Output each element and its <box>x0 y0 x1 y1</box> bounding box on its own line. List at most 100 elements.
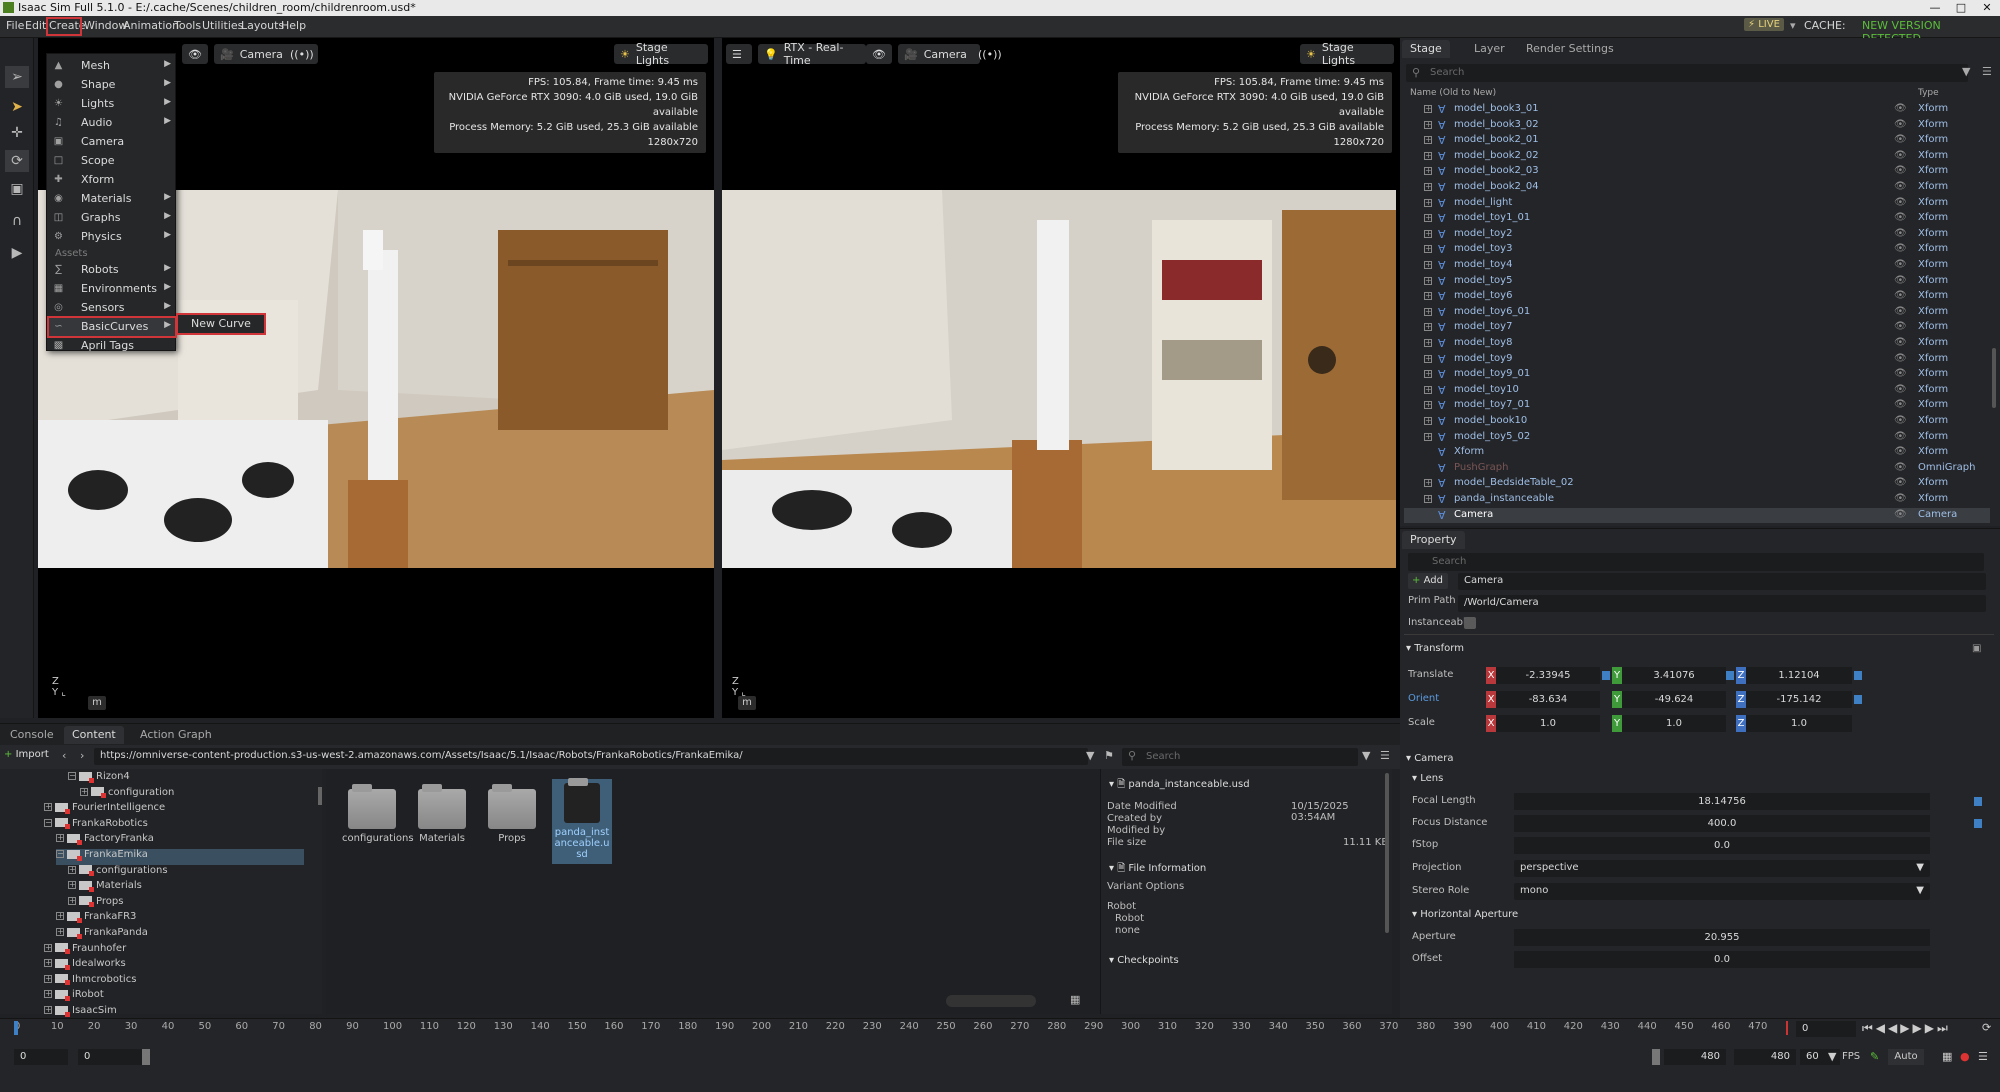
menu-item-lights[interactable]: ☀ Lights ▶ <box>47 95 175 113</box>
tab-console[interactable]: Console <box>2 726 62 744</box>
tree-item[interactable]: + FactoryFranka <box>56 833 154 849</box>
expand-icon[interactable]: + <box>68 896 76 905</box>
tree-item[interactable]: − Rizon4 <box>68 771 130 787</box>
checkpoints-header[interactable]: ▾ Checkpoints <box>1109 955 1179 966</box>
stage-row[interactable]: + ∀ model_toy1_01 👁 Xform <box>1404 211 1990 227</box>
menu-utilities[interactable]: Utilities <box>202 19 243 32</box>
tree-item[interactable]: − FrankaEmika <box>56 849 304 865</box>
eye-icon[interactable]: 👁 <box>1894 446 1907 457</box>
tab-content[interactable]: Content <box>64 726 124 744</box>
live-dropdown-icon[interactable]: ▾ <box>1790 19 1796 32</box>
expand-icon[interactable]: − <box>68 772 76 780</box>
live-badge[interactable]: ⚡ LIVE <box>1744 18 1784 31</box>
rotate-tool-icon[interactable]: ⟳ <box>5 150 29 172</box>
eye-icon[interactable]: 👁 <box>1894 431 1907 442</box>
eye-icon[interactable]: 👁 <box>1894 243 1907 254</box>
tree-item[interactable]: + Idealworks <box>44 958 126 974</box>
eye-icon[interactable]: 👁 <box>1894 384 1907 395</box>
menu-item-materials[interactable]: ◉ Materials ▶ <box>47 190 175 208</box>
file-item[interactable]: Props <box>482 784 542 844</box>
stage-row[interactable]: + ∀ model_book3_01 👁 Xform <box>1404 102 1990 118</box>
stage-row[interactable]: + ∀ model_book2_03 👁 Xform <box>1404 164 1990 180</box>
horizontal-aperture-section-header[interactable]: ▾ Horizontal Aperture <box>1412 909 1518 920</box>
menu-item-sensors[interactable]: ◎ Sensors ▶ <box>47 299 175 317</box>
stage-row[interactable]: ∀ Camera 👁 Camera <box>1404 507 1990 524</box>
loop-icon[interactable]: ⟳ <box>1982 1021 1991 1034</box>
stage-row[interactable]: + ∀ model_toy4 👁 Xform <box>1404 258 1990 274</box>
key-icon[interactable] <box>1854 671 1862 680</box>
import-button[interactable]: + Import <box>4 749 49 760</box>
tree-item[interactable]: − FrankaRobotics <box>44 818 148 834</box>
viewport-right-units[interactable]: m <box>738 696 756 710</box>
lens-section-header[interactable]: ▾ Lens <box>1412 773 1443 784</box>
robot-option[interactable]: none <box>1115 925 1140 936</box>
stage-row[interactable]: + ∀ model_toy6 👁 Xform <box>1404 289 1990 305</box>
menu-item-mesh[interactable]: ▲ Mesh ▶ <box>47 57 175 75</box>
expand-icon[interactable]: + <box>1424 354 1432 363</box>
stage-row[interactable]: ∀ PushGraph 👁 OmniGraph <box>1404 461 1990 477</box>
menu-item-graphs[interactable]: ◫ Graphs ▶ <box>47 209 175 227</box>
key-icon[interactable] <box>1726 671 1734 680</box>
expand-icon[interactable]: + <box>56 912 64 921</box>
tree-item[interactable]: + configuration <box>80 787 174 803</box>
thumbnail-size-slider[interactable] <box>946 995 1036 1007</box>
scale-x-field[interactable]: 1.0 <box>1496 715 1600 732</box>
tree-item[interactable]: + Fraunhofer <box>44 943 126 959</box>
eye-icon[interactable]: 👁 <box>1894 477 1907 488</box>
stage-row[interactable]: + ∀ model_toy2 👁 Xform <box>1404 227 1990 243</box>
expand-icon[interactable]: + <box>44 1006 52 1014</box>
range-start-handle[interactable] <box>142 1049 150 1065</box>
viewport-right-broadcast-icon[interactable]: ((•)) <box>972 44 1002 64</box>
eye-icon[interactable]: 👁 <box>1894 228 1907 239</box>
focal-length-field[interactable]: 18.14756 <box>1514 793 1930 810</box>
tree-item[interactable]: + FrankaPanda <box>56 927 148 943</box>
expand-icon[interactable]: + <box>1424 401 1432 410</box>
expand-icon[interactable]: + <box>44 959 52 968</box>
tree-item[interactable]: + FourierIntelligence <box>44 802 165 818</box>
stage-row[interactable]: + ∀ model_toy7_01 👁 Xform <box>1404 398 1990 414</box>
key-icon[interactable] <box>1602 671 1610 680</box>
tree-item[interactable]: + Props <box>68 896 123 912</box>
expand-icon[interactable]: + <box>1424 417 1432 425</box>
transform-options-icon[interactable]: ▣ <box>1972 643 1981 654</box>
stage-row[interactable]: + ∀ model_toy6_01 👁 Xform <box>1404 305 1990 321</box>
record-icon[interactable]: ● <box>1960 1050 1970 1063</box>
current-frame-input[interactable]: 0 <box>1796 1021 1856 1037</box>
tree-item[interactable]: + iRobot <box>44 989 104 1005</box>
menu-window[interactable]: Window <box>84 19 127 32</box>
tab-layer[interactable]: Layer <box>1466 40 1513 58</box>
eye-icon[interactable]: 👁 <box>1894 119 1907 130</box>
menu-item-audio[interactable]: ♫ Audio ▶ <box>47 114 175 132</box>
scale-tool-icon[interactable]: ▣ <box>5 178 29 200</box>
eye-icon[interactable]: 👁 <box>1894 103 1907 114</box>
range-end-handle[interactable] <box>1652 1049 1660 1065</box>
content-search-input[interactable]: Search <box>1122 748 1358 766</box>
translate-y-field[interactable]: 3.41076 <box>1622 667 1726 684</box>
path-dropdown-icon[interactable]: ▼ <box>1086 749 1094 762</box>
tree-item[interactable]: + configurations <box>68 865 168 881</box>
stage-row[interactable]: + ∀ model_toy9_01 👁 Xform <box>1404 367 1990 383</box>
stage-row[interactable]: + ∀ model_toy5_02 👁 Xform <box>1404 430 1990 446</box>
eye-icon[interactable]: 👁 <box>1894 493 1907 504</box>
projection-dropdown[interactable]: perspective ▼ <box>1514 860 1930 877</box>
menu-tools[interactable]: Tools <box>174 19 201 32</box>
eye-icon[interactable]: 👁 <box>1894 509 1907 520</box>
eye-icon[interactable]: 👁 <box>1894 275 1907 286</box>
stage-row[interactable]: + ∀ model_toy10 👁 Xform <box>1404 383 1990 399</box>
viewport-left-broadcast-icon[interactable]: ((•)) <box>284 44 314 64</box>
stage-row[interactable]: + ∀ model_toy7 👁 Xform <box>1404 320 1990 336</box>
expand-icon[interactable]: + <box>1424 229 1432 238</box>
scale-y-field[interactable]: 1.0 <box>1622 715 1726 732</box>
eye-icon[interactable]: 👁 <box>1894 181 1907 192</box>
viewport-right-settings-button[interactable]: ☰ <box>726 44 752 64</box>
prim-path-field[interactable]: /World/Camera <box>1458 595 1986 612</box>
expand-icon[interactable]: + <box>44 943 52 952</box>
viewport-right-render-button[interactable]: 💡 RTX - Real-Time <box>758 41 866 67</box>
tab-stage[interactable]: Stage <box>1402 40 1450 58</box>
fstop-field[interactable]: 0.0 <box>1514 837 1930 854</box>
key-icon[interactable] <box>1974 797 1982 806</box>
expand-icon[interactable]: + <box>1424 292 1432 301</box>
tree-item[interactable]: + Ihmcrobotics <box>44 974 136 990</box>
expand-icon[interactable]: + <box>44 990 52 999</box>
expand-icon[interactable]: + <box>1424 432 1432 441</box>
